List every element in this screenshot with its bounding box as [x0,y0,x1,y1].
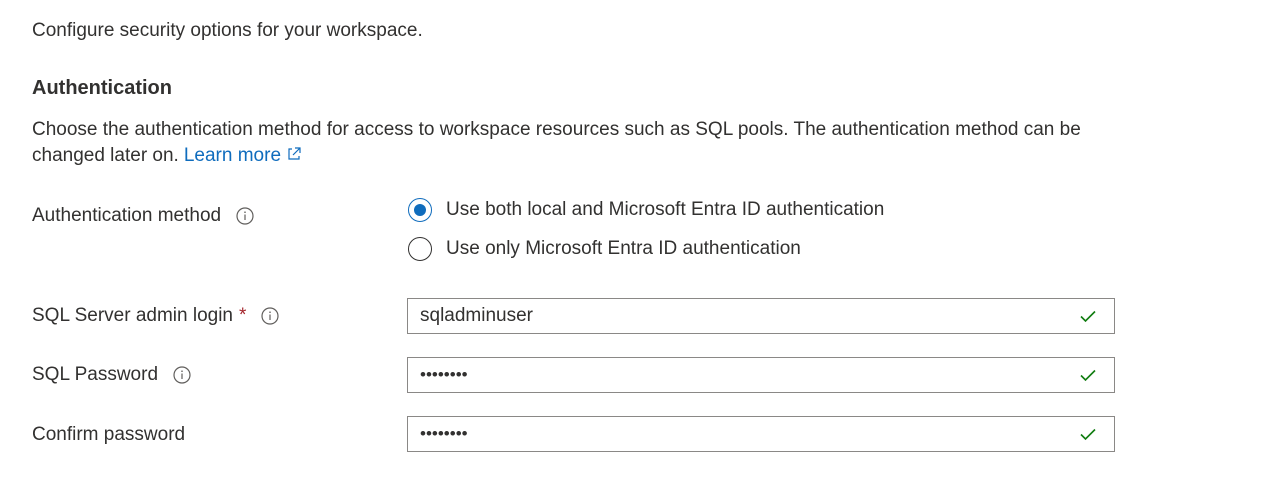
info-icon[interactable] [172,365,192,385]
auth-method-label: Authentication method [32,205,222,226]
radio-button[interactable] [408,237,432,261]
password-input[interactable] [408,358,1078,392]
info-icon[interactable] [235,206,255,226]
section-title-authentication: Authentication [32,77,172,99]
info-icon[interactable] [260,306,280,326]
valid-check-icon [1080,310,1096,323]
password-label-row: SQL Password [32,363,192,387]
radio-option-local-and-entra[interactable]: Use both local and Microsoft Entra ID au… [408,198,884,222]
confirm-password-input[interactable] [408,417,1078,451]
radio-option-label: Use both local and Microsoft Entra ID au… [446,199,885,220]
radio-dot [414,204,426,216]
confirm-password-label: Confirm password [32,424,186,445]
radio-button-selected[interactable] [408,198,432,222]
learn-more-label: Learn more [183,145,282,166]
confirm-password-field [407,416,1115,452]
confirm-password-label-row: Confirm password [32,423,185,447]
page-intro: Configure security options for your work… [32,20,423,41]
admin-login-input[interactable] [408,299,1078,333]
learn-more-link[interactable]: Learn more [184,145,302,166]
password-field [407,357,1115,393]
password-label: SQL Password [32,364,159,385]
auth-method-label-row: Authentication method [32,204,255,228]
admin-login-label-row: SQL Server admin login * [32,304,280,328]
required-asterisk: * [239,305,247,326]
valid-check-icon [1080,369,1096,382]
authentication-description: Choose the authentication method for acc… [32,117,1132,170]
radio-option-entra-only[interactable]: Use only Microsoft Entra ID authenticati… [408,237,801,261]
radio-option-label: Use only Microsoft Entra ID authenticati… [446,238,801,259]
valid-check-icon [1080,428,1096,441]
admin-login-field [407,298,1115,334]
external-link-icon [286,144,302,170]
admin-login-label: SQL Server admin login [32,305,234,326]
